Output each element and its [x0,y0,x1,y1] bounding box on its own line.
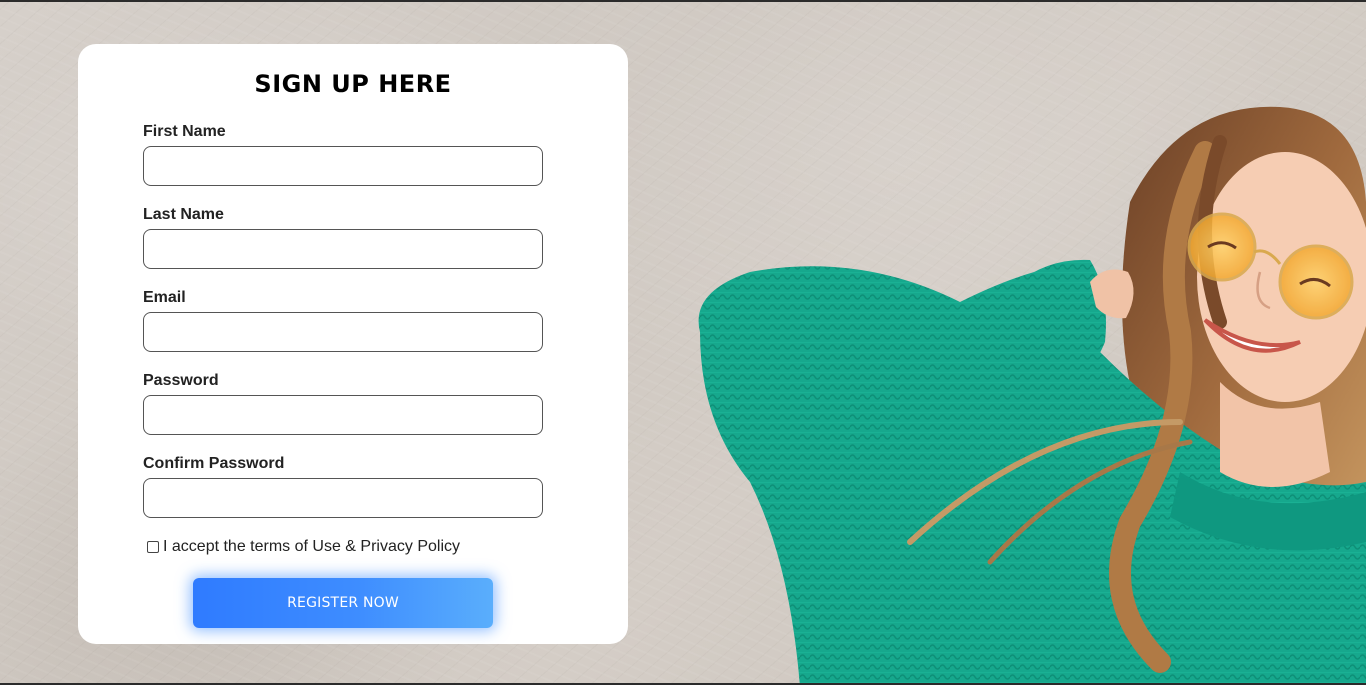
signup-card: SIGN UP HERE First Name Last Name Email … [78,44,628,644]
terms-label: I accept the terms of Use & Privacy Poli… [163,538,460,555]
email-label: Email [143,289,186,306]
confirm-password-input[interactable] [143,478,543,518]
terms-row: I accept the terms of Use & Privacy Poli… [147,538,460,556]
register-button[interactable]: REGISTER NOW [193,578,493,628]
last-name-label: Last Name [143,206,224,223]
password-label: Password [143,372,219,389]
confirm-password-label: Confirm Password [143,455,285,472]
password-input[interactable] [143,395,543,435]
form-title: SIGN UP HERE [254,70,452,98]
hero-photo [698,106,1366,683]
terms-checkbox[interactable] [147,541,159,553]
email-input[interactable] [143,312,543,352]
first-name-label: First Name [143,123,226,140]
first-name-input[interactable] [143,146,543,186]
signup-page: SIGN UP HERE First Name Last Name Email … [0,0,1366,685]
last-name-input[interactable] [143,229,543,269]
